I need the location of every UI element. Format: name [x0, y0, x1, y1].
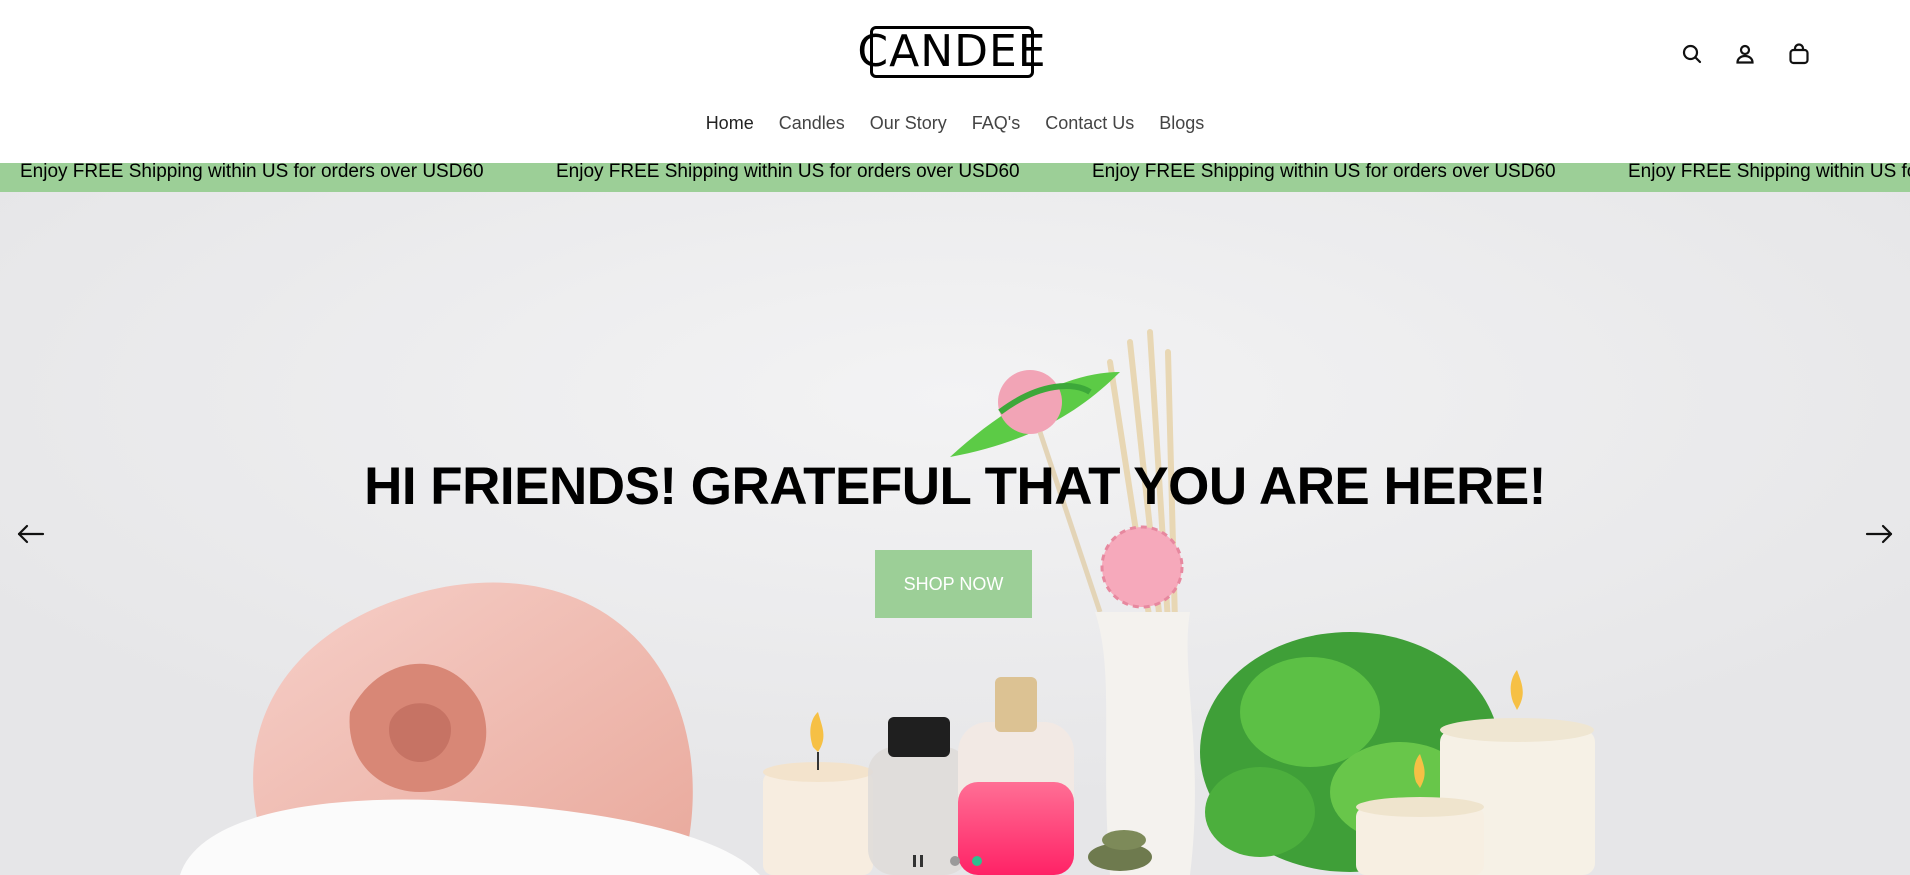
hero-background-image	[0, 192, 1910, 875]
nav-item-home[interactable]: Home	[706, 113, 754, 134]
announcement-text: Enjoy FREE Shipping within US for orders…	[1092, 163, 1556, 182]
pause-icon[interactable]	[912, 854, 924, 868]
cart-icon[interactable]	[1787, 42, 1811, 66]
announcement-text: Enjoy FREE Shipping within US for orders…	[20, 163, 484, 182]
nav-item-our-story[interactable]: Our Story	[870, 113, 947, 134]
shop-now-button[interactable]: SHOP NOW	[875, 550, 1032, 618]
announcement-text: Enjoy FREE Shipping within US for orders…	[556, 163, 1020, 182]
hero-title: HI FRIENDS! GRATEFUL THAT YOU ARE HERE!	[364, 457, 1546, 516]
site-header: CANDEE Home Candles Our Story FAQ's Cont…	[0, 0, 1910, 163]
announcement-text: Enjoy FREE Shipping within US for orders…	[1628, 163, 1910, 182]
account-icon[interactable]	[1733, 42, 1757, 66]
hero-slider: HI FRIENDS! GRATEFUL THAT YOU ARE HERE! …	[0, 192, 1910, 875]
nav-item-blogs[interactable]: Blogs	[1159, 113, 1204, 134]
nav-item-candles[interactable]: Candles	[779, 113, 845, 134]
next-slide-arrow-icon[interactable]	[1863, 522, 1895, 546]
search-icon[interactable]	[1680, 42, 1704, 66]
logo[interactable]: CANDEE	[857, 26, 1046, 78]
slide-dot-2[interactable]	[972, 856, 982, 866]
announcement-bar: Enjoy FREE Shipping within US for orders…	[0, 163, 1910, 192]
slide-dot-1[interactable]	[950, 856, 960, 866]
nav-item-contact-us[interactable]: Contact Us	[1045, 113, 1134, 134]
main-nav: Home Candles Our Story FAQ's Contact Us …	[0, 113, 1910, 134]
nav-item-faqs[interactable]: FAQ's	[972, 113, 1020, 134]
previous-slide-arrow-icon[interactable]	[15, 522, 47, 546]
